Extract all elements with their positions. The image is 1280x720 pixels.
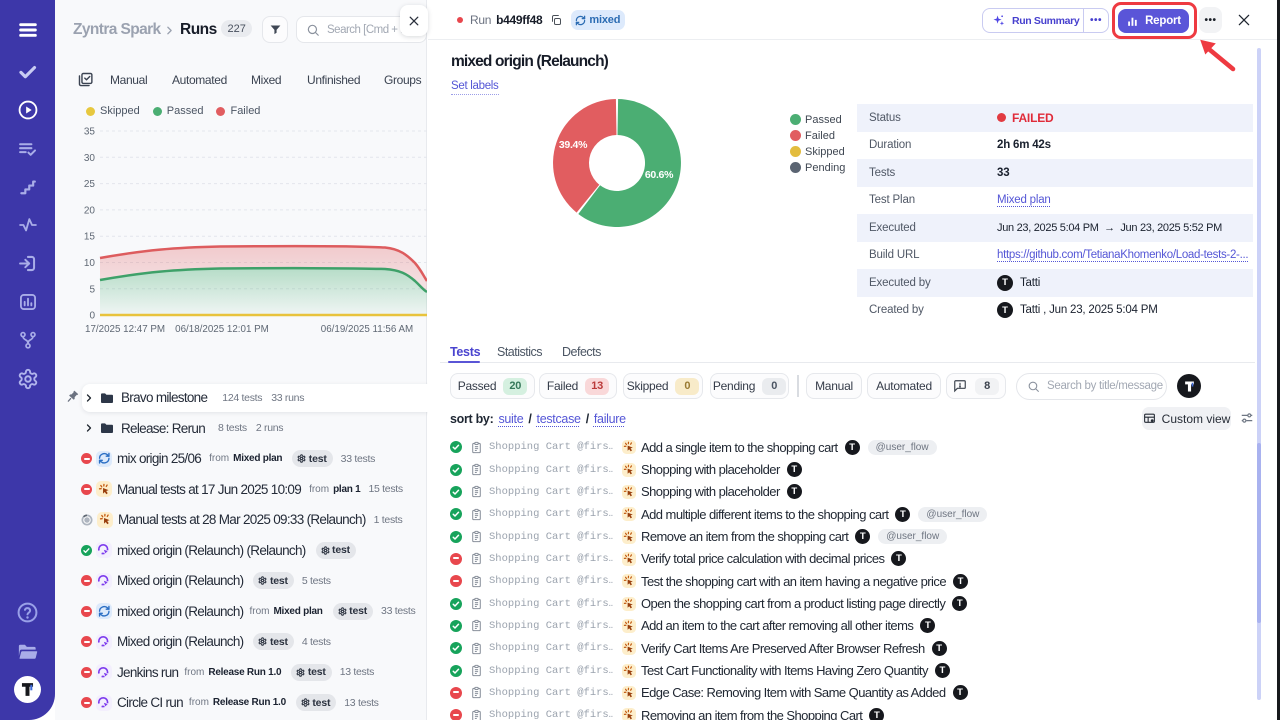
- svg-text:25: 25: [84, 179, 96, 190]
- svg-text:10: 10: [84, 258, 96, 269]
- svg-text:06/19/2025 11:56 AM: 06/19/2025 11:56 AM: [321, 324, 413, 335]
- svg-text:5: 5: [89, 284, 95, 295]
- svg-text:35: 35: [84, 127, 96, 138]
- svg-text:15: 15: [84, 232, 96, 243]
- svg-text:0: 0: [89, 311, 95, 322]
- svg-text:06/18/2025 12:01 PM: 06/18/2025 12:01 PM: [175, 324, 269, 335]
- svg-text:39.4%: 39.4%: [559, 139, 588, 151]
- svg-text:17/2025 12:47 PM: 17/2025 12:47 PM: [85, 324, 165, 335]
- svg-text:60.6%: 60.6%: [645, 169, 674, 181]
- svg-text:30: 30: [84, 153, 96, 164]
- svg-text:20: 20: [84, 205, 96, 216]
